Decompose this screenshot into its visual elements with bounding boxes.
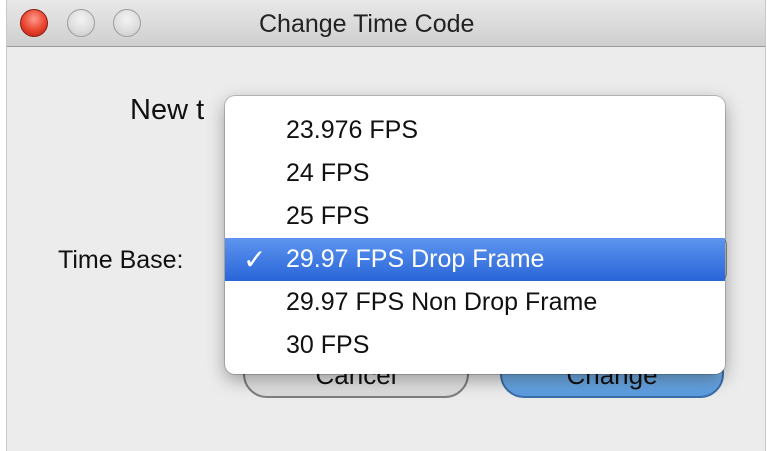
menu-item-29-97-fps-drop-frame[interactable]: ✓ 29.97 FPS Drop Frame: [225, 238, 725, 281]
menu-item-24-fps[interactable]: 24 FPS: [225, 152, 725, 195]
menu-item-23-976-fps[interactable]: 23.976 FPS: [225, 109, 725, 152]
minimize-window-icon[interactable]: [67, 9, 95, 37]
menu-item-label: 30 FPS: [286, 331, 370, 359]
menu-item-label: 29.97 FPS Drop Frame: [286, 245, 545, 273]
menu-item-label: 23.976 FPS: [286, 116, 419, 144]
close-window-icon[interactable]: [20, 9, 48, 37]
new-time-code-prompt: New t: [130, 94, 205, 126]
time-base-label: Time Base:: [58, 246, 184, 274]
change-time-code-window: Change Time Code New t Time Base: Cancel…: [6, 0, 766, 451]
menu-item-label: 29.97 FPS Non Drop Frame: [286, 288, 598, 316]
check-mark-icon: ✓: [243, 244, 267, 275]
menu-item-label: 24 FPS: [286, 159, 370, 187]
zoom-window-icon[interactable]: [113, 9, 141, 37]
title-bar[interactable]: Change Time Code: [7, 0, 765, 47]
time-base-dropdown-menu: 23.976 FPS 24 FPS 25 FPS ✓ 29.97 FPS Dro…: [225, 96, 725, 374]
menu-item-25-fps[interactable]: 25 FPS: [225, 195, 725, 238]
menu-item-29-97-fps-non-drop-frame[interactable]: 29.97 FPS Non Drop Frame: [225, 281, 725, 324]
window-title: Change Time Code: [259, 10, 475, 38]
page: Change Time Code New t Time Base: Cancel…: [0, 0, 767, 451]
menu-item-label: 25 FPS: [286, 202, 370, 230]
menu-item-30-fps[interactable]: 30 FPS: [225, 324, 725, 367]
